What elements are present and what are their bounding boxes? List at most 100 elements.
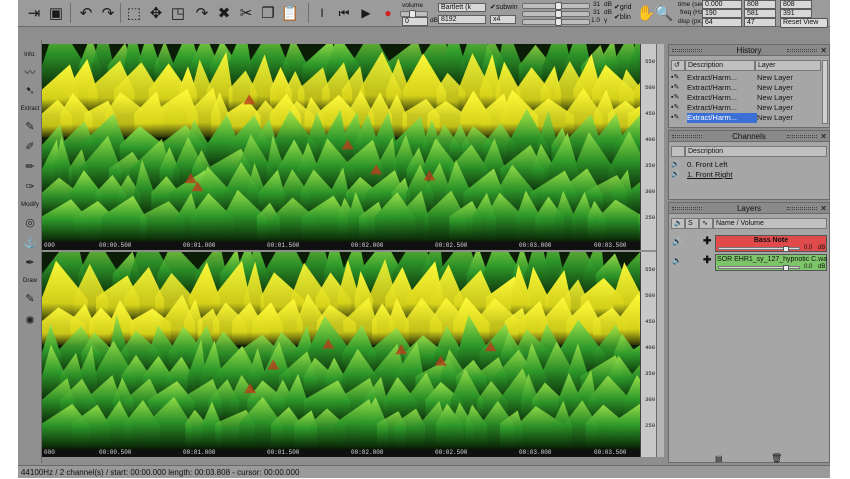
history-col-description[interactable]: Description bbox=[685, 60, 755, 71]
freq-from-field[interactable]: 190 bbox=[702, 9, 742, 18]
history-row[interactable]: ▪✎ Extract/Harm... New Layer bbox=[671, 93, 819, 103]
volume-value[interactable]: 0 bbox=[402, 17, 428, 26]
extract-spray-icon[interactable]: ✑ bbox=[21, 178, 39, 194]
layers-close-icon[interactable]: ✕ bbox=[820, 203, 827, 214]
skip-start-icon[interactable]: ⏮ bbox=[334, 3, 354, 23]
layers-col-wave-icon[interactable]: ∿ bbox=[699, 218, 713, 229]
paste-icon[interactable]: 📋 bbox=[280, 3, 300, 23]
level-slider-3[interactable] bbox=[522, 18, 590, 26]
history-revert-icon[interactable]: ↺ bbox=[671, 60, 685, 71]
layer-add-icon[interactable]: ✚ bbox=[703, 236, 711, 247]
window-select[interactable]: Bartlett (k bbox=[438, 3, 486, 12]
waveform-info-icon[interactable]: 〰 bbox=[21, 64, 39, 80]
panel-grip[interactable] bbox=[787, 207, 817, 210]
panel-grip[interactable] bbox=[672, 49, 702, 52]
history-row[interactable]: ▪✎ Extract/Harm... New Layer bbox=[671, 73, 819, 83]
frequency-axis: 550 500 450 400 350 300 250 bbox=[640, 252, 656, 457]
history-scrollbar[interactable] bbox=[822, 60, 828, 124]
toolbar: ⇥ ▣ ↶ ↷ ⬚ ✥ ◳ ↷ ✖ ✂ ❐ 📋 I ⏮ ▶ ● volume 0… bbox=[18, 0, 830, 28]
subwin-checkbox[interactable]: ✔subwin bbox=[490, 3, 518, 11]
layer-row[interactable]: 🔊 ✚ Bass Note 0.0 dB bbox=[671, 235, 827, 253]
vertical-scrollbar[interactable] bbox=[656, 44, 664, 457]
record-icon[interactable]: ● bbox=[378, 3, 398, 23]
level-slider-2[interactable] bbox=[522, 10, 590, 18]
layers-col-solo[interactable]: S bbox=[685, 218, 699, 229]
panel-grip[interactable] bbox=[787, 49, 817, 52]
speaker-icon[interactable]: 🔊 bbox=[672, 237, 682, 246]
extract-brush-icon[interactable]: ✎ bbox=[21, 118, 39, 134]
layer-row[interactable]: 🔈 ✚ SOR EHR1_sy_127_hypnotic C.wa 0.0 dB bbox=[671, 254, 827, 272]
blin-checkbox[interactable]: ✔blin bbox=[614, 13, 631, 21]
hand-icon[interactable]: ✋ bbox=[636, 3, 656, 23]
speaker-icon[interactable]: 🔈 bbox=[672, 256, 682, 265]
history-close-icon[interactable]: ✕ bbox=[820, 45, 827, 56]
history-row-selected[interactable]: ▪✎ Extract/Harm... New Layer bbox=[671, 113, 819, 123]
level-slider-1[interactable] bbox=[522, 2, 590, 10]
undo-icon[interactable]: ↶ bbox=[76, 3, 96, 23]
disp-mid-field[interactable]: 47 bbox=[744, 18, 776, 27]
channels-close-icon[interactable]: ✕ bbox=[820, 131, 827, 142]
modify-smudge-icon[interactable]: ✒ bbox=[21, 254, 39, 270]
panel-grip[interactable] bbox=[672, 207, 702, 210]
layer-name: Bass Note bbox=[753, 237, 789, 244]
time-from-field[interactable]: 0.000 bbox=[702, 0, 742, 9]
resize-icon[interactable]: ◳ bbox=[168, 3, 188, 23]
modify-circle-icon[interactable]: ◎ bbox=[21, 214, 39, 230]
layer-volume-slider[interactable] bbox=[718, 265, 800, 271]
delete-icon[interactable]: ✖ bbox=[214, 3, 234, 23]
draw-pencil-icon[interactable]: ✎ bbox=[21, 290, 39, 306]
cut-icon[interactable]: ✂ bbox=[236, 3, 256, 23]
copy-icon[interactable]: ❐ bbox=[258, 3, 278, 23]
freq-to-field[interactable]: 391 bbox=[780, 9, 812, 18]
extract-harmonic-icon[interactable]: ✐ bbox=[21, 138, 39, 154]
spectrogram-view[interactable] bbox=[42, 44, 640, 242]
time-to-field[interactable]: 808 bbox=[780, 0, 812, 9]
layer-color-bar[interactable]: SOR EHR1_sy_127_hypnotic C.wa 0.0 dB bbox=[715, 254, 827, 271]
reset-view-button[interactable]: Reset View bbox=[780, 18, 828, 28]
time-ruler: 000 00:00.500 00:01.000 00:01.500 00:02.… bbox=[42, 449, 640, 457]
fft-size-select[interactable]: 8192 bbox=[438, 15, 486, 24]
redo-icon[interactable]: ↷ bbox=[98, 3, 118, 23]
time-tick: 00:03.500 bbox=[594, 242, 627, 249]
zoom-icon[interactable]: 🔍 bbox=[654, 3, 674, 23]
history-panel: History ✕ ↺ Description Layer ▪✎ Extract/… bbox=[668, 44, 830, 128]
history-row[interactable]: ▪✎ Extract/Harm... New Layer bbox=[671, 83, 819, 93]
channel-item[interactable]: 🔊 1. Front Right bbox=[671, 170, 819, 180]
layer-color-bar[interactable]: Bass Note 0.0 dB bbox=[715, 235, 827, 252]
spectrogram-view[interactable] bbox=[42, 252, 640, 449]
spectrogram-front-right[interactable]: 550 500 450 400 350 300 250 000 00:00.50… bbox=[42, 252, 656, 457]
import-icon[interactable]: ⇥ bbox=[24, 3, 44, 23]
layer-volume-slider[interactable] bbox=[718, 246, 800, 252]
play-icon[interactable]: ▶ bbox=[356, 3, 376, 23]
panel-grip[interactable] bbox=[672, 135, 702, 138]
y-tick: 500 bbox=[645, 84, 655, 91]
overlap-select[interactable]: x4 bbox=[490, 15, 516, 24]
pointer-info-icon[interactable]: ➷ bbox=[21, 82, 39, 98]
time-mid-field[interactable]: 808 bbox=[744, 0, 776, 9]
move-icon[interactable]: ✥ bbox=[146, 3, 166, 23]
disp-from-field[interactable]: 64 bbox=[702, 18, 742, 27]
trash-icon[interactable]: 🗑 bbox=[771, 453, 782, 464]
layer-add-icon[interactable]: ✚ bbox=[703, 255, 711, 266]
spectrogram-front-left[interactable]: 550 500 450 400 350 300 250 000 00:00.50… bbox=[42, 44, 656, 250]
panel-grip[interactable] bbox=[787, 135, 817, 138]
history-row[interactable]: ▪✎ Extract/Harm... New Layer bbox=[671, 103, 819, 113]
app-window: ⇥ ▣ ↶ ↷ ⬚ ✥ ◳ ↷ ✖ ✂ ❐ 📋 I ⏮ ▶ ● volume 0… bbox=[18, 0, 830, 478]
draw-spray-icon[interactable]: ✺ bbox=[21, 312, 39, 328]
redo-arrow-icon[interactable]: ↷ bbox=[192, 3, 212, 23]
channels-col-description[interactable]: Description bbox=[685, 146, 827, 157]
grid-checkbox[interactable]: ✔grid bbox=[614, 3, 632, 11]
brush-icon: ▪✎ bbox=[671, 104, 680, 111]
rect-select-icon[interactable]: ⬚ bbox=[124, 3, 144, 23]
history-col-layer[interactable]: Layer bbox=[755, 60, 821, 71]
cursor-icon[interactable]: I bbox=[312, 3, 332, 23]
layers-col-speaker-icon[interactable]: 🔈 bbox=[671, 218, 685, 229]
time-tick: 00:03.000 bbox=[519, 242, 552, 249]
freq-mid-field[interactable]: 581 bbox=[744, 9, 776, 18]
save-icon[interactable]: ▣ bbox=[46, 3, 66, 23]
extract-pen-icon[interactable]: ✏ bbox=[21, 158, 39, 174]
layers-col-name[interactable]: Name / Volume bbox=[713, 218, 827, 229]
new-layer-icon[interactable]: ▤ bbox=[715, 454, 723, 463]
modify-stamp-icon[interactable]: ⚓ bbox=[21, 234, 39, 250]
channel-item[interactable]: 🔊 0. Front Left bbox=[671, 160, 819, 170]
